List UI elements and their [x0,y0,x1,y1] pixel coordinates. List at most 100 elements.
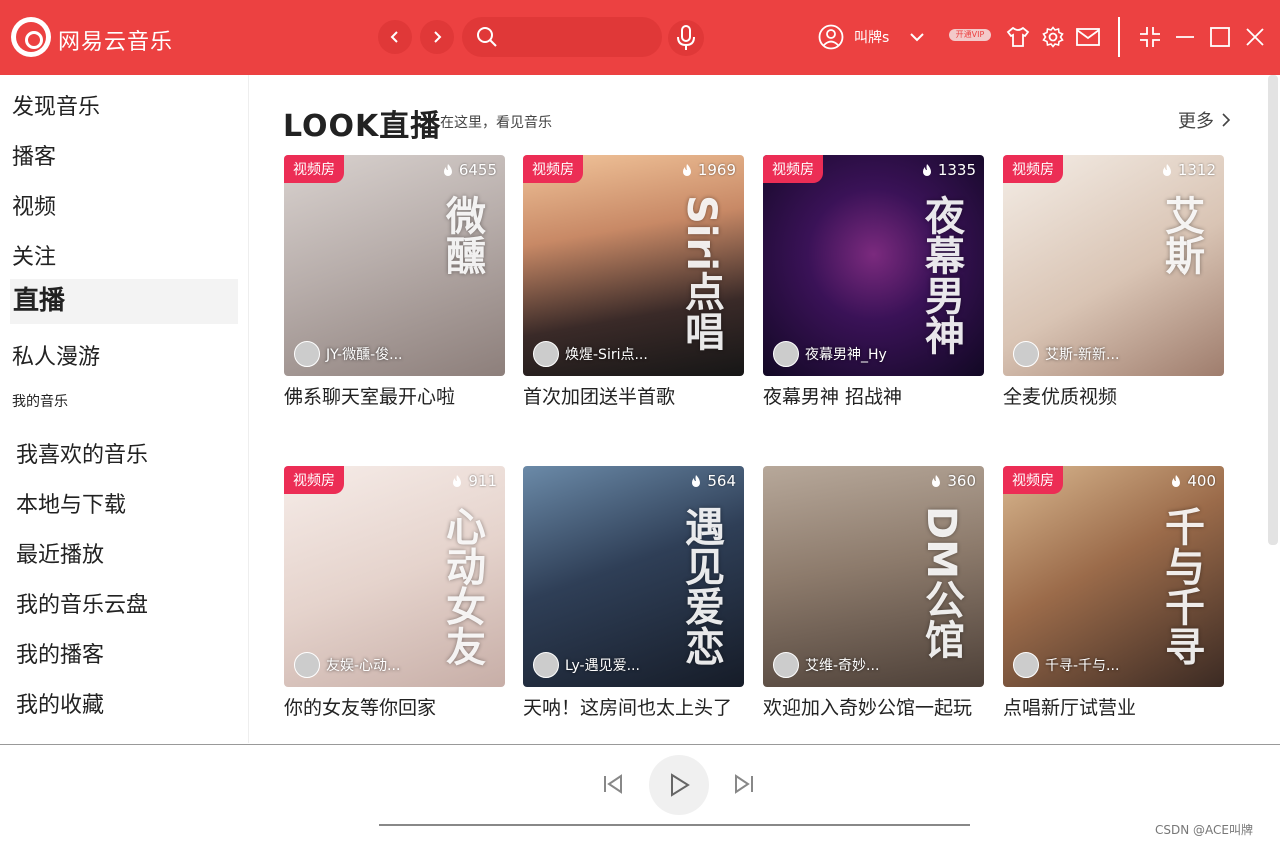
avatar [773,652,799,678]
avatar [294,652,320,678]
live-room-card[interactable]: 心动女友 视频房 911 友娱-心动... 你的女友等你回家 [284,466,505,720]
settings-button[interactable] [1041,25,1065,49]
skin-button[interactable] [1006,25,1030,49]
host-info: 焕煋-Siri点... [533,341,648,367]
sidebar-item-podcast[interactable]: 播客 [12,139,56,171]
vip-badge[interactable]: 开通VIP [949,29,991,41]
video-room-tag: 视频房 [763,155,823,183]
user-menu[interactable]: 叫牌s [818,24,927,50]
host-name: 焕煋-Siri点... [565,347,648,363]
avatar [1013,341,1039,367]
heat-count: 1312 [1161,161,1216,179]
cover-artwork: DM公馆 [918,506,964,660]
host-name: 友娱-心动... [326,658,401,674]
flame-icon [1162,163,1171,176]
minimize-button[interactable] [1173,25,1197,49]
progress-bar[interactable] [379,824,970,826]
host-info: 艾维-奇妙... [773,652,879,678]
cover-artwork: 心动女友 [439,506,485,666]
sidebar-item-follow[interactable]: 关注 [12,239,56,271]
sidebar-item-collection[interactable]: 我的收藏 [16,687,104,719]
my-music-heading: 我的音乐 [12,394,68,410]
cover-artwork: 夜幕男神 [918,195,964,355]
live-room-card[interactable]: 夜幕男神 视频房 1335 夜幕男神_Hy 夜幕男神 招战神 [763,155,984,409]
sidebar-item-recent[interactable]: 最近播放 [16,537,104,569]
live-room-title[interactable]: 你的女友等你回家 [284,693,505,720]
live-room-cover[interactable]: 艾斯 视频房 1312 艾斯-新新... [1003,155,1224,376]
sidebar-item-liked-music[interactable]: 我喜欢的音乐 [16,437,148,469]
heat-count: 1969 [681,161,736,179]
live-room-card[interactable]: Siri点唱 视频房 1969 焕煋-Siri点... 首次加团送半首歌 [523,155,744,409]
voice-search-button[interactable] [668,20,704,56]
cover-artwork: Siri点唱 [678,195,724,351]
mail-icon [1076,28,1100,46]
sidebar-item-video[interactable]: 视频 [12,189,56,221]
video-room-tag: 视频房 [284,466,344,494]
live-room-title[interactable]: 天呐！这房间也太上头了 [523,693,744,720]
video-room-tag: 视频房 [1003,466,1063,494]
sidebar-item-my-podcast[interactable]: 我的播客 [16,637,104,669]
back-button[interactable] [378,20,412,54]
sidebar-item-discover[interactable]: 发现音乐 [12,89,100,121]
sidebar-item-cloud-disk[interactable]: 我的音乐云盘 [16,587,148,619]
messages-button[interactable] [1076,25,1100,49]
live-room-title[interactable]: 点唱新厅试营业 [1003,693,1224,720]
sidebar-item-roaming[interactable]: 私人漫游 [12,339,100,371]
live-room-title[interactable]: 欢迎加入奇妙公馆一起玩 [763,693,984,720]
avatar-icon [818,24,844,50]
player-bar: CSDN @ACE叫牌 [0,744,1280,844]
sidebar-item-live[interactable]: 直播 [10,279,238,324]
live-room-cover[interactable]: 心动女友 视频房 911 友娱-心动... [284,466,505,687]
sidebar-item-local-downloads[interactable]: 本地与下载 [16,487,126,519]
netease-logo-icon[interactable] [11,17,51,57]
search-box[interactable] [462,17,662,57]
user-name: 叫牌s [854,30,890,46]
scrollbar[interactable] [1268,75,1278,545]
host-name: 艾斯-新新... [1045,347,1120,363]
host-name: Ly-遇见爱... [565,658,640,674]
host-name: 艾维-奇妙... [805,658,880,674]
live-room-card[interactable]: 微醺 视频房 6455 JY-微醺-俊... 佛系聊天室最开心啦 [284,155,505,409]
avatar [773,341,799,367]
mini-mode-button[interactable] [1138,25,1162,49]
live-room-cover[interactable]: 千与千寻 视频房 400 千寻-千与... [1003,466,1224,687]
search-input[interactable] [508,29,658,45]
main-content: LOOK直播 在这里，看见音乐 更多 微醺 视频房 6455 JY-微醺-俊... 佛系… [250,75,1267,743]
previous-button[interactable] [602,773,624,795]
heat-count: 400 [1170,472,1216,490]
chevron-left-icon [390,31,398,43]
host-info: 千寻-千与... [1013,652,1119,678]
live-room-cover[interactable]: 遇见爱恋 564 Ly-遇见爱... [523,466,744,687]
live-room-card[interactable]: DM公馆 360 艾维-奇妙... 欢迎加入奇妙公馆一起玩 [763,466,984,720]
live-room-cover[interactable]: 夜幕男神 视频房 1335 夜幕男神_Hy [763,155,984,376]
heat-value: 1335 [937,161,976,179]
search-icon [477,27,497,47]
more-label: 更多 [1178,111,1214,132]
maximize-button[interactable] [1208,25,1232,49]
live-room-card[interactable]: 遇见爱恋 564 Ly-遇见爱... 天呐！这房间也太上头了 [523,466,744,720]
heat-count: 1335 [921,161,976,179]
cover-artwork: 千与千寻 [1158,506,1204,666]
play-button[interactable] [649,755,709,815]
host-name: JY-微醺-俊... [326,347,403,363]
video-room-tag: 视频房 [1003,155,1063,183]
cover-artwork: 微醺 [439,195,485,275]
live-room-title[interactable]: 首次加团送半首歌 [523,382,744,409]
tshirt-icon [1006,26,1030,47]
chevron-right-icon [1222,113,1231,127]
live-room-title[interactable]: 佛系聊天室最开心啦 [284,382,505,409]
live-room-card[interactable]: 千与千寻 视频房 400 千寻-千与... 点唱新厅试营业 [1003,466,1224,720]
live-room-cover[interactable]: Siri点唱 视频房 1969 焕煋-Siri点... [523,155,744,376]
close-button[interactable] [1243,25,1267,49]
forward-button[interactable] [420,20,454,54]
next-button[interactable] [733,773,755,795]
video-room-tag: 视频房 [523,155,583,183]
live-room-title[interactable]: 全麦优质视频 [1003,382,1224,409]
more-link[interactable]: 更多 [1178,107,1232,133]
live-room-card[interactable]: 艾斯 视频房 1312 艾斯-新新... 全麦优质视频 [1003,155,1224,409]
live-room-cover[interactable]: DM公馆 360 艾维-奇妙... [763,466,984,687]
skip-previous-icon [604,774,622,794]
heat-count: 564 [690,472,736,490]
live-room-cover[interactable]: 微醺 视频房 6455 JY-微醺-俊... [284,155,505,376]
live-room-title[interactable]: 夜幕男神 招战神 [763,382,984,409]
